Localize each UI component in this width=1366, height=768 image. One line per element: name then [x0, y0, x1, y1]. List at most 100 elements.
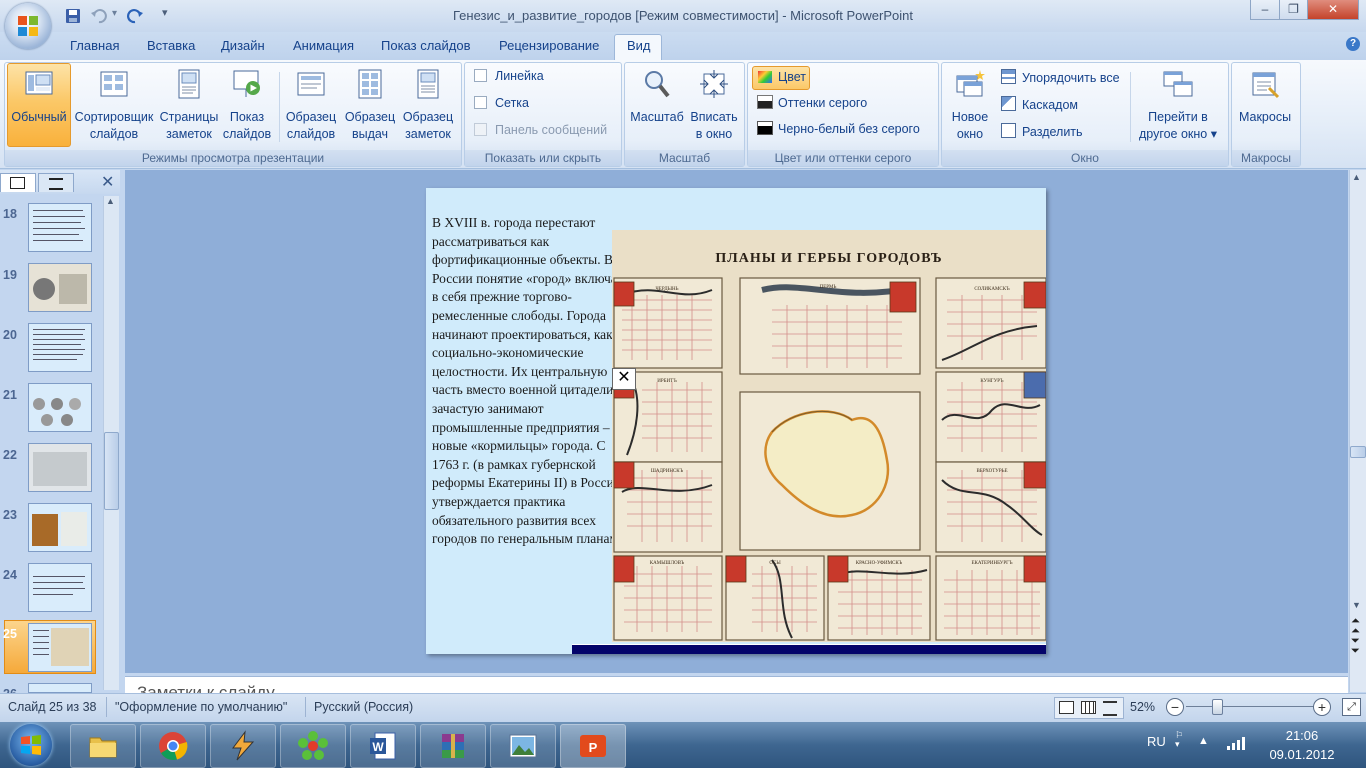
help-icon[interactable]: ? [1346, 37, 1360, 51]
fit-slide-icon[interactable]: ⤢ [1342, 698, 1361, 716]
next-slide-icon[interactable]: ⏷ ⏷ [1351, 636, 1360, 657]
slideshow-button[interactable]: Показ слайдов [218, 68, 276, 143]
grayscale-button[interactable]: Оттенки серого [757, 95, 867, 110]
slide-thumbnail-21[interactable] [28, 383, 92, 432]
tab-slideshow[interactable]: Показ слайдов [381, 38, 471, 53]
close-button[interactable]: ✕ [1307, 0, 1359, 20]
tab-animation[interactable]: Анимация [293, 38, 354, 53]
zoom-slider-track[interactable] [1186, 706, 1314, 707]
color-label: Цвет [778, 70, 807, 84]
taskbar-powerpoint[interactable]: P [560, 724, 626, 768]
slideshow-icon [233, 70, 260, 97]
message-bar-checkbox-box [474, 123, 487, 136]
scroll-up-icon[interactable]: ▲ [106, 196, 115, 206]
slide-master-button[interactable]: Образец слайдов [282, 68, 340, 143]
normal-view-status-icon[interactable] [1059, 701, 1074, 714]
tab-view[interactable]: Вид [627, 38, 651, 53]
main-scrollbar[interactable] [1349, 170, 1366, 692]
macros-button[interactable]: Макросы [1233, 68, 1297, 126]
main-scroll-thumb[interactable] [1350, 446, 1366, 458]
split-icon [1001, 123, 1016, 138]
close-pane-icon[interactable]: ✕ [101, 172, 114, 192]
slide-thumbnail-18[interactable] [28, 203, 92, 252]
input-language[interactable]: RU [1147, 734, 1166, 749]
system-clock[interactable]: 21:06 09.01.2012 [1262, 726, 1342, 764]
network-signal-icon[interactable] [1226, 735, 1246, 751]
notes-page-button[interactable]: Страницы заметок [158, 68, 220, 143]
office-button[interactable] [5, 3, 51, 49]
language-status[interactable]: Русский (Россия) [314, 700, 413, 714]
map-town-label: КРАСНО-УФИМСКЪ [856, 561, 903, 566]
ruler-label: Линейка [495, 69, 544, 83]
sorter-view-status-icon[interactable] [1081, 701, 1096, 714]
new-window-button[interactable]: Новое окно [944, 68, 996, 143]
theme-name[interactable]: "Оформление по умолчанию" [115, 700, 287, 714]
map-town-label: ВЕРХОТУРЬЕ [976, 469, 1007, 474]
slide-thumbnail-24[interactable] [28, 563, 92, 612]
taskbar-word[interactable]: W [350, 724, 416, 768]
slides-tab-icon [10, 177, 25, 189]
notes-pane[interactable]: Заметки к слайду [125, 676, 1348, 693]
slide-thumbnail-22[interactable] [28, 443, 92, 492]
outline-tab[interactable] [38, 173, 74, 192]
tab-review[interactable]: Рецензирование [499, 38, 599, 53]
taskbar-photo-viewer[interactable] [490, 724, 556, 768]
slide-thumbnail-25[interactable] [28, 623, 92, 672]
start-button[interactable] [10, 724, 52, 766]
slide-body-text[interactable]: В XVIII в. города перестают рассматриват… [432, 214, 632, 549]
tab-home[interactable]: Главная [70, 38, 119, 53]
taskbar-winrar[interactable] [420, 724, 486, 768]
zoom-slider-thumb[interactable] [1212, 699, 1223, 715]
archive-icon [442, 734, 464, 758]
message-bar-checkbox: Панель сообщений [474, 123, 607, 137]
ruler-checkbox[interactable]: Линейка [474, 69, 544, 83]
zoom-level[interactable]: 52% [1130, 700, 1155, 714]
taskbar-explorer[interactable] [70, 724, 136, 768]
normal-view-button[interactable]: Обычный [7, 68, 71, 126]
grid-checkbox-box[interactable] [474, 96, 487, 109]
macros-label: Макросы [1238, 110, 1292, 124]
new-window-label-2: окно [956, 127, 984, 141]
image-close-icon[interactable]: ✕ [612, 368, 636, 390]
taskbar-chrome[interactable] [140, 724, 206, 768]
slide-thumbnail-26[interactable] [28, 683, 92, 693]
tab-design[interactable]: Дизайн [221, 38, 265, 53]
taskbar-icq[interactable] [280, 724, 346, 768]
grid-checkbox[interactable]: Сетка [474, 96, 529, 110]
split-button[interactable]: Разделить [1001, 123, 1083, 139]
main-scroll-up-icon[interactable]: ▲ [1352, 172, 1361, 182]
slide-sorter-button[interactable]: Сортировщик слайдов [72, 68, 156, 143]
switch-windows-button[interactable]: Перейти в другое окно ▾ [1132, 68, 1224, 143]
slideshow-status-icon[interactable] [1103, 701, 1117, 716]
cascade-label: Каскадом [1022, 98, 1079, 112]
notes-master-button[interactable]: Образец заметок [399, 68, 457, 143]
taskbar-winamp[interactable] [210, 724, 276, 768]
slides-tab[interactable] [0, 173, 36, 192]
tab-insert[interactable]: Вставка [147, 38, 195, 53]
zoom-button[interactable]: Масштаб [628, 68, 686, 126]
cascade-button[interactable]: Каскадом [1001, 96, 1078, 112]
handout-master-button[interactable]: Образец выдач [341, 68, 399, 143]
restore-button[interactable]: ❐ [1279, 0, 1308, 20]
previous-slide-icon[interactable]: ⏶ ⏶ [1351, 616, 1360, 637]
slide-thumbnail-19[interactable] [28, 263, 92, 312]
color-button[interactable]: Цвет [752, 66, 810, 90]
minimize-button[interactable]: – [1250, 0, 1280, 20]
black-white-button[interactable]: Черно-белый без серого [757, 121, 920, 136]
city-plans-map-image[interactable]: ПЛАНЫ И ГЕРБЫ ГОРОДОВЪ ЧЕРДЫНЬ ПЕРМЬ СОЛИК… [612, 230, 1046, 642]
tray-expand-icon[interactable]: ▲ [1198, 735, 1209, 747]
slides-pane-scroll-thumb[interactable] [104, 432, 119, 510]
view-buttons [1054, 697, 1124, 719]
zoom-in-icon[interactable]: + [1313, 698, 1331, 716]
slide-thumbnail-20[interactable] [28, 323, 92, 372]
fit-to-window-button[interactable]: Вписать в окно [686, 68, 742, 143]
powerpoint-icon: P [580, 735, 606, 757]
map-town-label: ЧЕРДЫНЬ [656, 287, 679, 292]
map-town-label: СОЛИКАМСКЪ [974, 287, 1010, 292]
main-scroll-down-icon[interactable]: ▼ [1352, 600, 1361, 610]
ruler-checkbox-box[interactable] [474, 69, 487, 82]
slide-thumbnail-23[interactable] [28, 503, 92, 552]
language-switch-icon[interactable]: ⚐ ▾ [1175, 731, 1183, 749]
arrange-all-button[interactable]: Упорядочить все [1001, 69, 1120, 85]
zoom-out-icon[interactable]: − [1166, 698, 1184, 716]
